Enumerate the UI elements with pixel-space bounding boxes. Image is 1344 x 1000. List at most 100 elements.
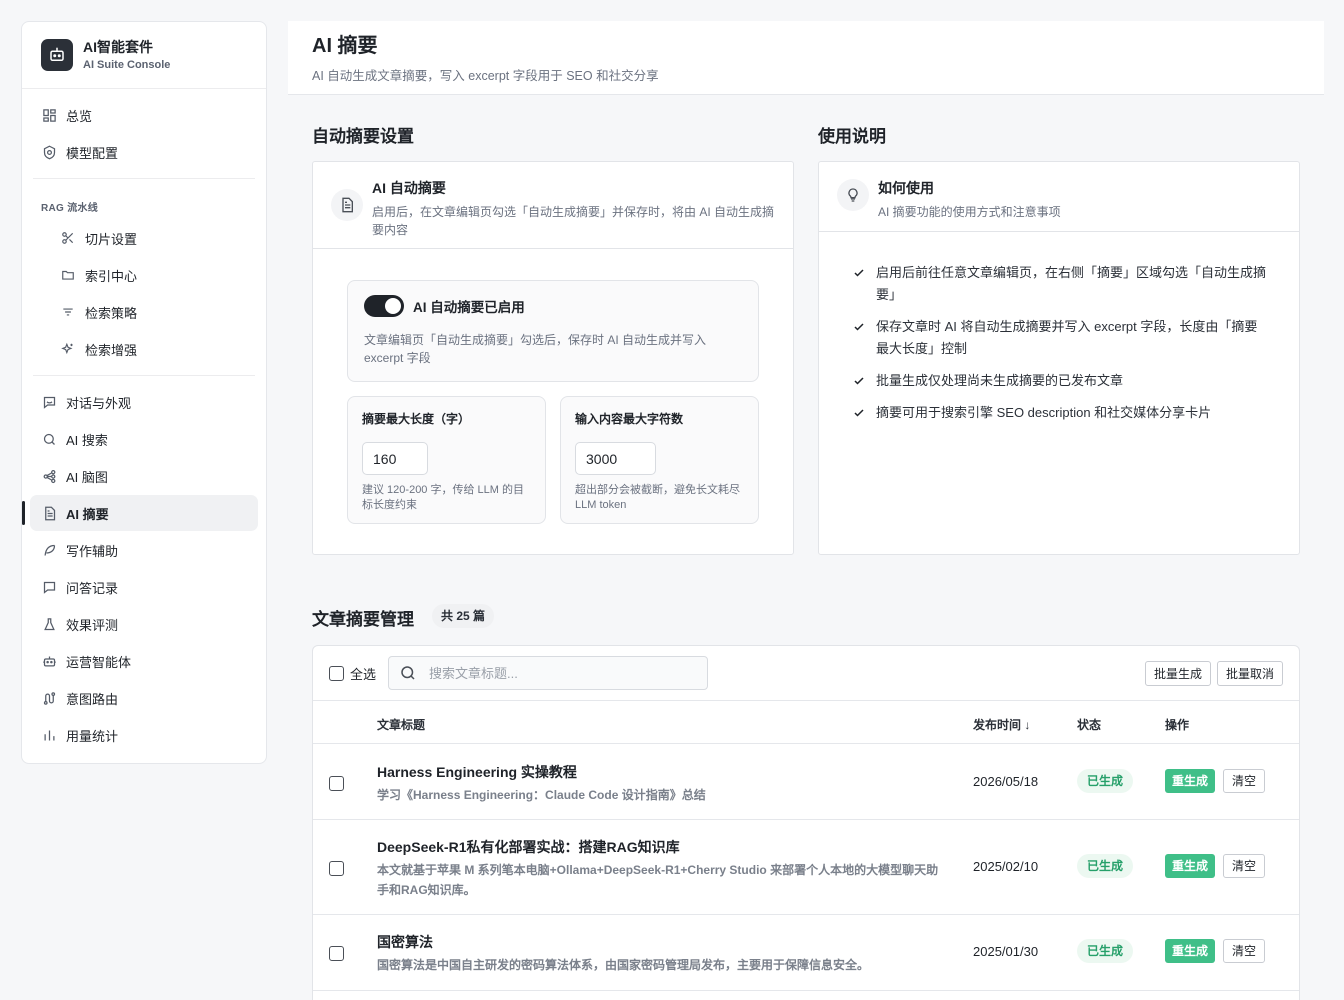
sidebar-item-ai-mindmap[interactable]: AI 脑图: [30, 458, 258, 494]
tip-item: 启用后前往任意文章编辑页，在右侧「摘要」区域勾选「自动生成摘要」: [853, 262, 1267, 306]
max-input-input[interactable]: [575, 442, 656, 475]
sidebar-item-ai-search[interactable]: AI 搜索: [30, 421, 258, 457]
scissors-icon: [60, 230, 76, 246]
max-length-label: 摘要最大长度（字）: [362, 412, 471, 426]
sidebar-item-label: 模型配置: [66, 145, 119, 161]
settings-section-title: 自动摘要设置: [312, 127, 414, 146]
table-row: DeepSeek-R1私有化部署实战：搭建RAG知识库 本文就基于苹果 M 系列…: [313, 821, 1299, 915]
tip-item: 保存文章时 AI 将自动生成摘要并写入 excerpt 字段，长度由「摘要最大长…: [853, 316, 1267, 360]
model-config-icon: [41, 144, 57, 160]
batch-cancel-button[interactable]: 批量取消: [1216, 660, 1283, 686]
brand-subtitle: AI Suite Console: [83, 58, 171, 71]
document-icon: [41, 505, 57, 521]
sidebar-item-label: 用量统计: [66, 728, 119, 744]
col-date-sort[interactable]: 发布时间 ↓: [973, 716, 1030, 733]
brand: AI智能套件 AI Suite Console: [22, 22, 266, 89]
sidebar-item-label: AI 脑图: [66, 469, 108, 485]
sidebar-item-evaluation[interactable]: 效果评测: [30, 606, 258, 642]
document-icon: [331, 189, 363, 221]
table-row: 国密算法 国密算法是中国自主研发的密码算法体系，由国家密码管理局发布，主要用于保…: [313, 916, 1299, 991]
row-checkbox[interactable]: [329, 861, 344, 876]
lightbulb-icon: [837, 179, 869, 211]
select-all-checkbox[interactable]: [329, 665, 344, 681]
auto-summary-card-header: AI 自动摘要 启用后，在文章编辑页勾选「自动生成摘要」并保存时，将由 AI 自…: [313, 162, 793, 249]
regenerate-button[interactable]: 重生成: [1165, 769, 1216, 793]
article-title[interactable]: 国密算法: [377, 932, 433, 952]
robot-logo-icon: [41, 39, 73, 71]
article-date: 2025/01/30: [973, 944, 1039, 959]
sidebar-item-label: AI 搜索: [66, 432, 108, 448]
usage-tips: 启用后前往任意文章编辑页，在右侧「摘要」区域勾选「自动生成摘要」 保存文章时 A…: [819, 232, 1299, 424]
sidebar-nav: 总览 模型配置 RAG 流水线 切片设置 索引中心 检索策略 检索增强 对话与外…: [22, 89, 266, 753]
max-input-field: 输入内容最大字符数 超出部分会被截断，避免长文耗尽 LLM token: [560, 396, 759, 524]
sidebar-item-index-center[interactable]: 索引中心: [30, 257, 258, 293]
articles-section-title: 文章摘要管理: [312, 610, 414, 629]
table-row: Harness Engineering 实操教程 学习《Harness Engi…: [313, 745, 1299, 820]
usage-card-title: 如何使用: [878, 180, 934, 196]
sidebar: AI智能套件 AI Suite Console 总览 模型配置 RAG 流水线 …: [21, 21, 267, 764]
sidebar-item-usage-stats[interactable]: 用量统计: [30, 717, 258, 753]
check-icon: [854, 377, 864, 385]
sidebar-item-overview[interactable]: 总览: [30, 97, 258, 133]
mindmap-icon: [41, 468, 57, 484]
divider: [33, 178, 255, 179]
sidebar-item-retrieval-strategy[interactable]: 检索策略: [30, 294, 258, 330]
usage-card-desc: AI 摘要功能的使用方式和注意事项: [878, 205, 1061, 219]
sidebar-item-label: 检索策略: [85, 305, 138, 321]
sidebar-item-chat-appearance[interactable]: 对话与外观: [30, 384, 258, 420]
toggle-desc: 文章编辑页「自动生成摘要」勾选后，保存时 AI 自动生成并写入 excerpt …: [364, 333, 707, 365]
select-all[interactable]: 全选: [329, 664, 376, 683]
sidebar-item-model-config[interactable]: 模型配置: [30, 134, 258, 170]
article-date: 2026/05/18: [973, 774, 1039, 789]
auto-summary-switch[interactable]: [364, 295, 404, 317]
bar-chart-icon: [41, 727, 57, 743]
chat-icon: [41, 394, 57, 410]
clear-button[interactable]: 清空: [1223, 939, 1266, 963]
usage-card: 如何使用 AI 摘要功能的使用方式和注意事项 启用后前往任意文章编辑页，在右侧「…: [818, 161, 1300, 555]
sidebar-item-retrieval-enhance[interactable]: 检索增强: [30, 331, 258, 367]
search-icon: [41, 431, 57, 447]
col-actions: 操作: [1165, 718, 1190, 732]
sparkle-icon: [60, 341, 76, 357]
article-search[interactable]: [388, 656, 709, 690]
article-title[interactable]: Harness Engineering 实操教程: [377, 762, 577, 782]
article-excerpt: 本文就基于苹果 M 系列笔本电脑+Ollama+DeepSeek-R1+Cher…: [377, 863, 939, 897]
sidebar-item-qa-records[interactable]: 问答记录: [30, 569, 258, 605]
sidebar-item-label: 效果评测: [66, 617, 119, 633]
clear-button[interactable]: 清空: [1223, 769, 1266, 793]
sidebar-item-label: 总览: [66, 108, 93, 124]
page-subtitle: AI 自动生成文章摘要，写入 excerpt 字段用于 SEO 和社交分享: [312, 69, 659, 83]
article-search-input[interactable]: [429, 665, 670, 681]
toggle-label: AI 自动摘要已启用: [413, 300, 525, 315]
sidebar-item-ai-summary[interactable]: AI 摘要: [22, 495, 258, 531]
sidebar-item-label: 写作辅助: [66, 543, 119, 559]
usage-section-title: 使用说明: [818, 127, 886, 146]
batch-generate-button[interactable]: 批量生成: [1144, 660, 1211, 686]
divider: [33, 375, 255, 376]
sidebar-item-ops-agent[interactable]: 运营智能体: [30, 643, 258, 679]
robot-icon: [41, 653, 57, 669]
check-icon: [854, 323, 864, 331]
row-checkbox[interactable]: [329, 946, 344, 961]
sidebar-item-intent-routing[interactable]: 意图路由: [30, 680, 258, 716]
max-length-input[interactable]: [362, 442, 428, 475]
sidebar-item-label: 索引中心: [85, 268, 138, 284]
sidebar-item-label: 问答记录: [66, 580, 119, 596]
max-input-hint: 超出部分会被截断，避免长文耗尽 LLM token: [575, 484, 740, 511]
brand-title: AI智能套件: [83, 38, 153, 55]
articles-table: 全选 批量生成 批量取消 文章标题 发布时间 ↓ 状态 操作 Harness E…: [312, 645, 1300, 1000]
auto-summary-card-desc: 启用后，在文章编辑页勾选「自动生成摘要」并保存时，将由 AI 自动生成摘要内容: [372, 205, 775, 237]
clear-button[interactable]: 清空: [1223, 854, 1266, 878]
row-checkbox[interactable]: [329, 776, 344, 791]
route-icon: [41, 690, 57, 706]
regenerate-button[interactable]: 重生成: [1165, 939, 1216, 963]
sidebar-item-chunking[interactable]: 切片设置: [30, 220, 258, 256]
sidebar-item-label: AI 摘要: [66, 506, 109, 522]
regenerate-button[interactable]: 重生成: [1165, 854, 1216, 878]
dashboard-icon: [41, 107, 57, 123]
tip-item: 批量生成仅处理尚未生成摘要的已发布文章: [853, 370, 1267, 392]
sidebar-item-writing-assist[interactable]: 写作辅助: [30, 532, 258, 568]
status-badge: 已生成: [1077, 854, 1134, 878]
article-title[interactable]: DeepSeek-R1私有化部署实战：搭建RAG知识库: [377, 837, 680, 857]
usage-card-header: 如何使用 AI 摘要功能的使用方式和注意事项: [819, 162, 1299, 232]
